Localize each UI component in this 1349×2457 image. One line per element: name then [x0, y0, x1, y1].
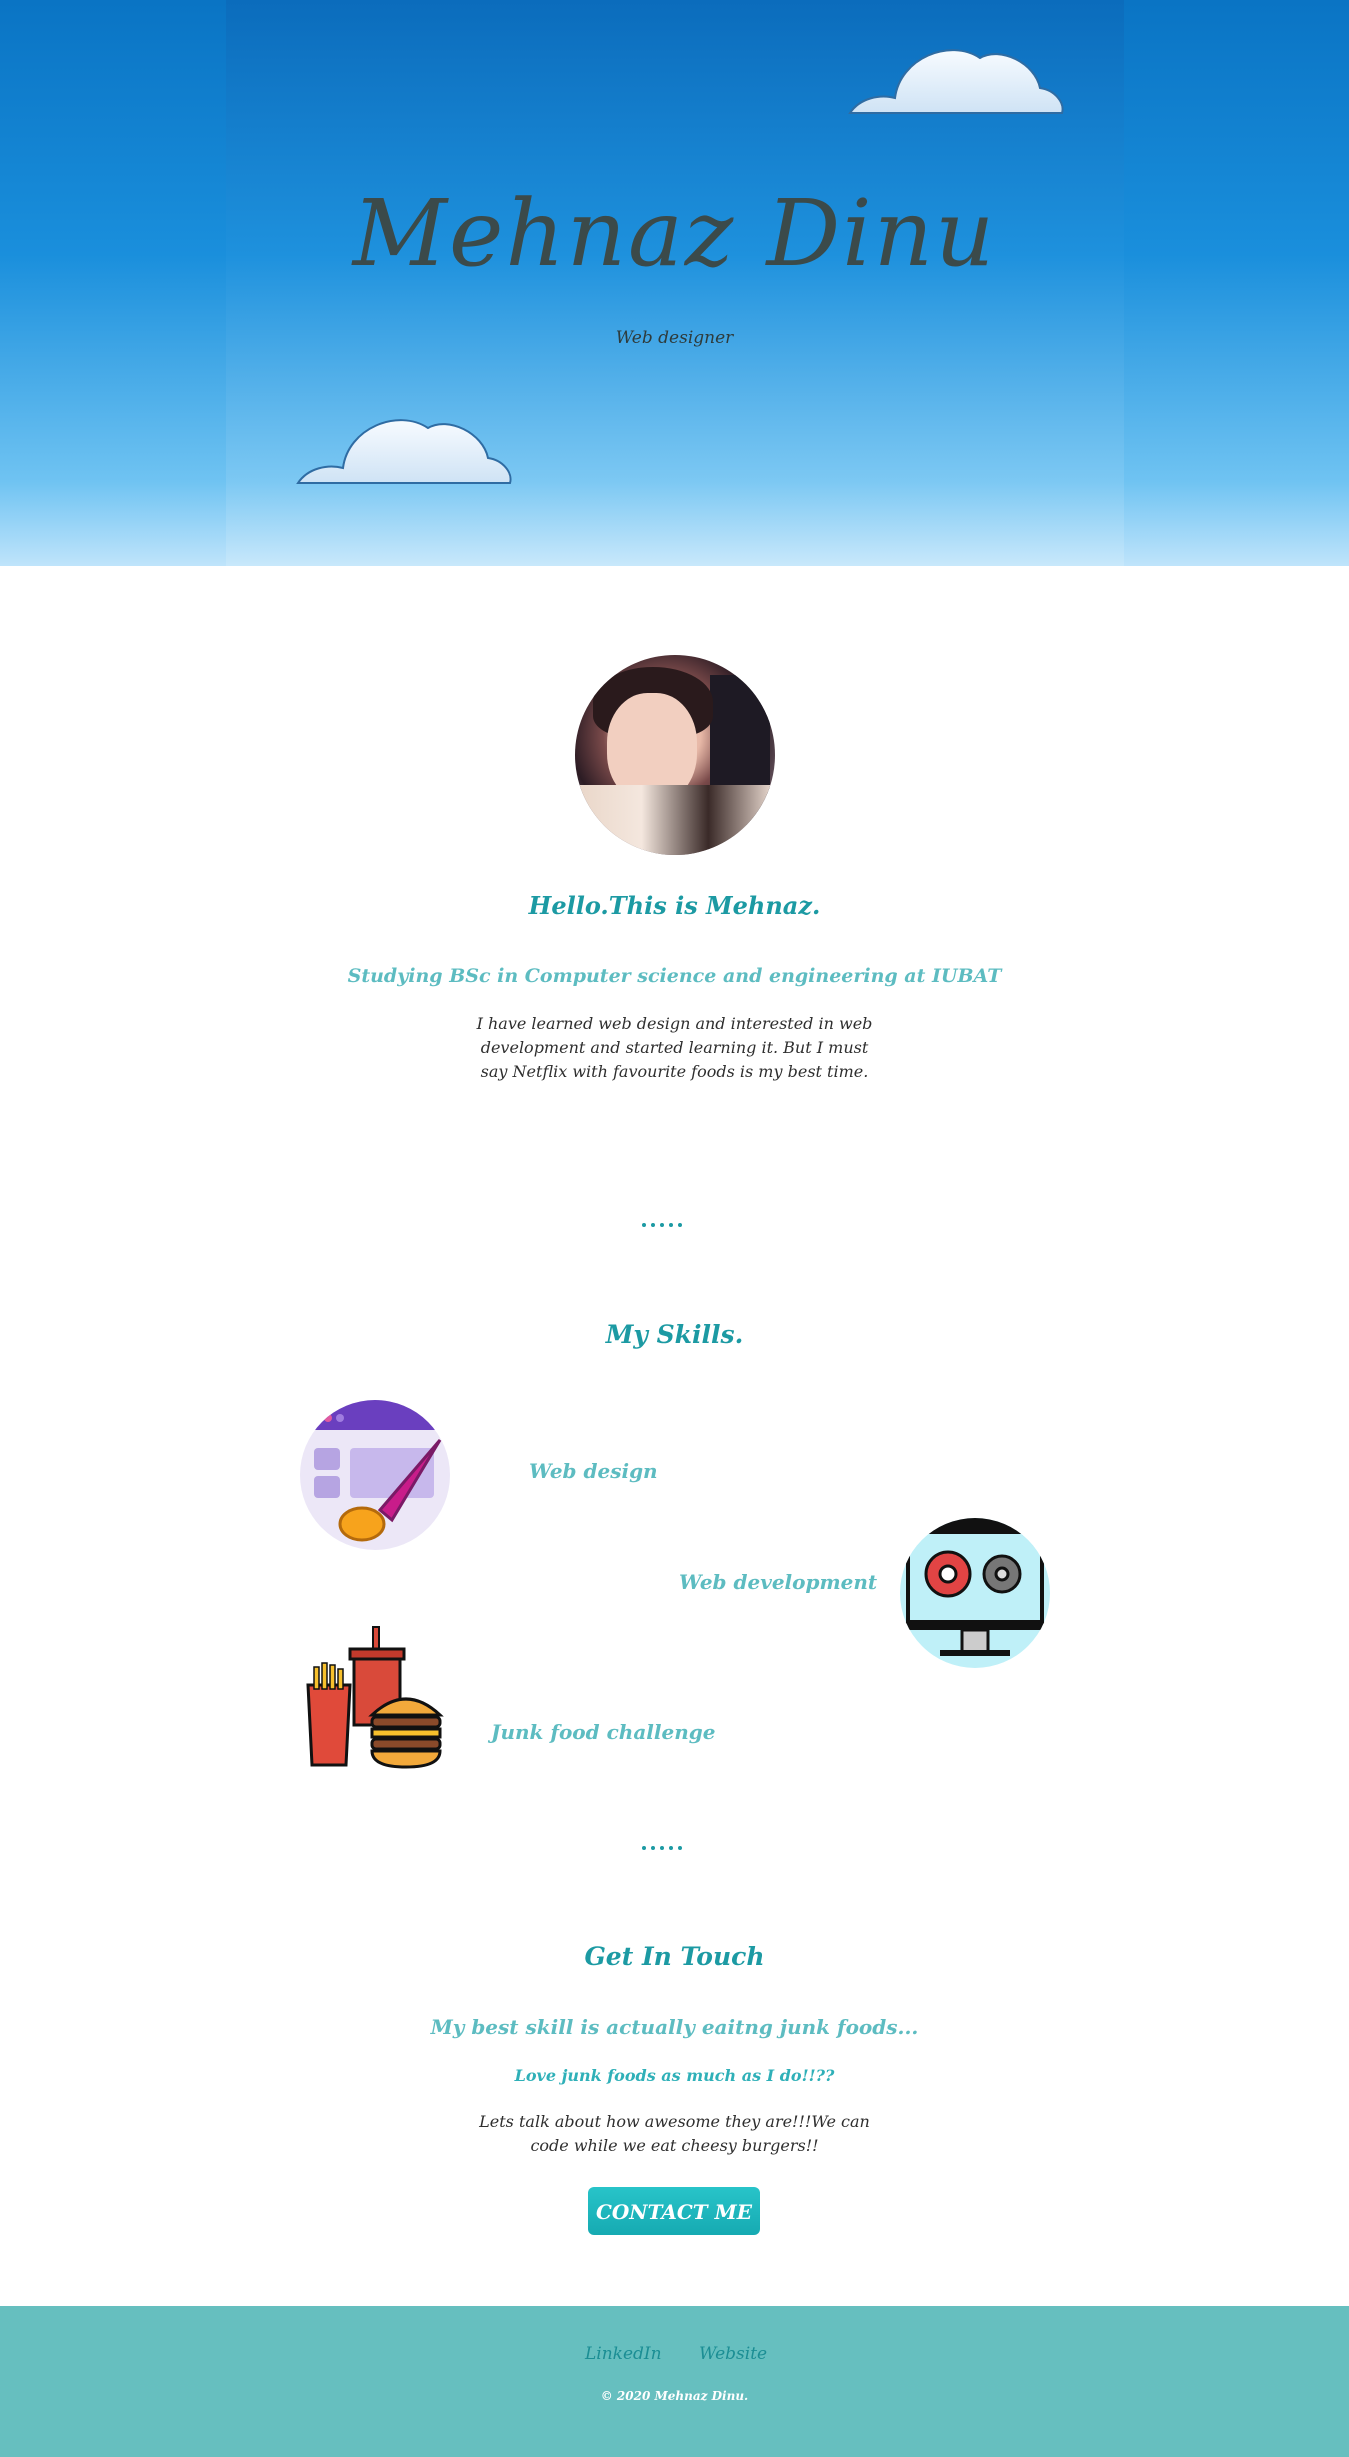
linkedin-link[interactable]: LinkedIn — [585, 2344, 662, 2364]
profile-photo — [575, 655, 775, 855]
hero-name: Mehnaz Dinu — [352, 180, 997, 287]
burger-fries-drink-icon — [300, 1625, 450, 1775]
skills-title: My Skills. — [605, 1320, 744, 1349]
about-bio: I have learned web design and interested… — [476, 1014, 873, 1081]
contact-title: Get In Touch — [584, 1942, 765, 1971]
contact-line2: Love junk foods as much as I do!!?? — [514, 2066, 835, 2085]
copyright-text: © 2020 Mehnaz Dinu. — [600, 2389, 749, 2403]
about-greeting: Hello.This is Mehnaz. — [528, 891, 821, 920]
skill-label: Junk food challenge — [491, 1720, 716, 1744]
hero-subtitle: Web designer — [615, 328, 734, 348]
section-divider — [642, 1212, 702, 1227]
contact-me-button[interactable]: CONTACT ME — [588, 2187, 760, 2235]
about-study: Studying BSc in Computer science and eng… — [347, 965, 1002, 987]
section-divider — [642, 1835, 702, 1850]
hero-section: Mehnaz Dinu Web designer — [0, 0, 1349, 566]
website-link[interactable]: Website — [699, 2344, 767, 2364]
skill-label: Web development — [679, 1570, 878, 1594]
cloud-icon — [296, 419, 512, 484]
footer: LinkedIn Website — [0, 2306, 1349, 2457]
monitor-gears-icon — [900, 1518, 1050, 1668]
cloud-icon — [848, 49, 1064, 114]
contact-line1: My best skill is actually eaitng junk fo… — [430, 2015, 919, 2039]
contact-text: Lets talk about how awesome they are!!!W… — [479, 2112, 870, 2155]
paint-brush-browser-icon — [300, 1400, 450, 1550]
skill-label: Web design — [529, 1459, 658, 1483]
